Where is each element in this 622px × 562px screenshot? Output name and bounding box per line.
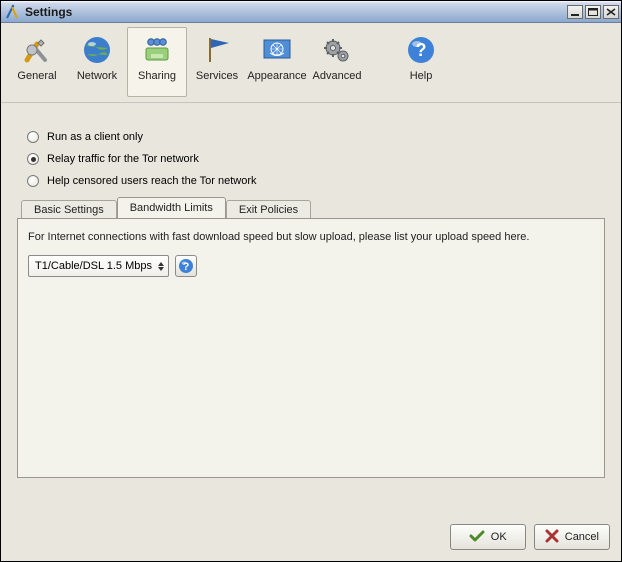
tab-bar: Basic Settings Bandwidth Limits Exit Pol…	[17, 197, 605, 218]
toolbar: General Network Sharing	[1, 23, 621, 103]
bandwidth-panel: For Internet connections with fast downl…	[17, 218, 605, 478]
minimize-button[interactable]	[567, 5, 583, 19]
bandwidth-help-button[interactable]: ?	[175, 255, 197, 277]
relay-option-relay[interactable]: Relay traffic for the Tor network	[27, 153, 605, 165]
titlebar: Settings	[1, 1, 621, 23]
un-flag-icon	[261, 34, 293, 66]
upload-speed-value: T1/Cable/DSL 1.5 Mbps	[35, 260, 152, 272]
radio-icon	[27, 175, 39, 187]
ok-button[interactable]: OK	[450, 524, 526, 550]
radio-label: Help censored users reach the Tor networ…	[47, 175, 257, 187]
toolbar-label: Sharing	[138, 70, 176, 82]
tab-bandwidth-limits[interactable]: Bandwidth Limits	[117, 197, 226, 218]
help-icon: ?	[405, 34, 437, 66]
radio-icon	[27, 153, 39, 165]
ok-label: OK	[491, 531, 507, 543]
toolbar-label: Help	[410, 70, 433, 82]
cancel-button[interactable]: Cancel	[534, 524, 610, 550]
content-area: Run as a client only Relay traffic for t…	[1, 103, 621, 486]
cancel-label: Cancel	[565, 531, 599, 543]
dialog-footer: OK Cancel	[450, 524, 610, 550]
toolbar-item-help[interactable]: ? Help	[391, 27, 451, 97]
gears-icon	[321, 34, 353, 66]
flag-icon	[201, 34, 233, 66]
spinner-icon	[158, 262, 164, 271]
upload-speed-select[interactable]: T1/Cable/DSL 1.5 Mbps	[28, 255, 169, 277]
tab-label: Exit Policies	[239, 204, 298, 216]
toolbar-item-sharing[interactable]: Sharing	[127, 27, 187, 97]
checkmark-icon	[469, 530, 485, 545]
toolbar-item-appearance[interactable]: Appearance	[247, 27, 307, 97]
maximize-button[interactable]	[585, 5, 601, 19]
tab-exit-policies[interactable]: Exit Policies	[226, 200, 311, 219]
toolbar-label: General	[17, 70, 56, 82]
bandwidth-description: For Internet connections with fast downl…	[28, 231, 594, 243]
globe-icon	[81, 34, 113, 66]
toolbar-item-advanced[interactable]: Advanced	[307, 27, 367, 97]
toolbar-item-network[interactable]: Network	[67, 27, 127, 97]
relay-mode-group: Run as a client only Relay traffic for t…	[27, 131, 605, 187]
cross-icon	[545, 529, 559, 546]
app-icon	[5, 4, 21, 20]
toolbar-label: Services	[196, 70, 238, 82]
close-button[interactable]	[603, 5, 619, 19]
window-title: Settings	[25, 5, 565, 19]
sharing-icon	[141, 34, 173, 66]
tab-label: Bandwidth Limits	[130, 202, 213, 214]
relay-option-bridge[interactable]: Help censored users reach the Tor networ…	[27, 175, 605, 187]
relay-option-client[interactable]: Run as a client only	[27, 131, 605, 143]
radio-label: Run as a client only	[47, 131, 143, 143]
toolbar-label: Appearance	[247, 70, 306, 82]
radio-label: Relay traffic for the Tor network	[47, 153, 199, 165]
tools-icon	[21, 34, 53, 66]
toolbar-item-services[interactable]: Services	[187, 27, 247, 97]
tab-basic-settings[interactable]: Basic Settings	[21, 200, 117, 219]
toolbar-label: Network	[77, 70, 117, 82]
radio-icon	[27, 131, 39, 143]
toolbar-label: Advanced	[313, 70, 362, 82]
toolbar-item-general[interactable]: General	[7, 27, 67, 97]
tab-label: Basic Settings	[34, 204, 104, 216]
